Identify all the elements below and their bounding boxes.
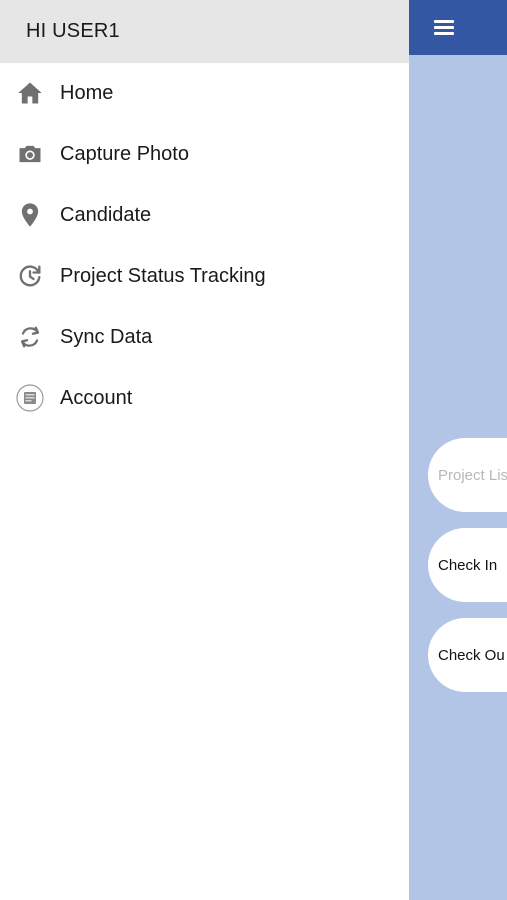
sync-icon	[16, 323, 44, 351]
menu-item-label: Sync Data	[60, 326, 153, 348]
project-list-button[interactable]: Project Lis	[428, 438, 507, 512]
menu-item-label: Project Status Tracking	[60, 265, 266, 287]
user-greeting: HI USER1	[26, 20, 120, 42]
history-icon	[16, 262, 44, 290]
location-pin-icon	[16, 201, 44, 229]
check-out-button[interactable]: Check Ou	[428, 618, 507, 692]
menu-item-capture-photo[interactable]: Capture Photo	[0, 124, 409, 185]
camera-icon	[16, 140, 44, 168]
menu-item-label: Home	[60, 82, 114, 104]
drawer-menu: Home Capture Photo Candidate Project Sta…	[0, 63, 409, 429]
account-icon	[16, 384, 44, 412]
drawer-header: HI USER1	[0, 0, 409, 63]
menu-item-label: Capture Photo	[60, 143, 189, 165]
main-screen: Project Lis Check In Check Ou	[409, 0, 507, 900]
menu-item-label: Candidate	[60, 204, 152, 226]
app-header	[409, 0, 507, 55]
menu-item-account[interactable]: Account	[0, 368, 409, 429]
menu-item-candidate[interactable]: Candidate	[0, 185, 409, 246]
menu-item-sync-data[interactable]: Sync Data	[0, 307, 409, 368]
check-in-button[interactable]: Check In	[428, 528, 507, 602]
home-icon	[16, 79, 44, 107]
hamburger-menu-icon[interactable]	[433, 16, 457, 38]
menu-item-label: Account	[60, 387, 133, 409]
menu-item-project-status-tracking[interactable]: Project Status Tracking	[0, 246, 409, 307]
menu-item-home[interactable]: Home	[0, 63, 409, 124]
navigation-drawer: HI USER1 Home Capture Photo Candidate Pr…	[0, 0, 409, 900]
